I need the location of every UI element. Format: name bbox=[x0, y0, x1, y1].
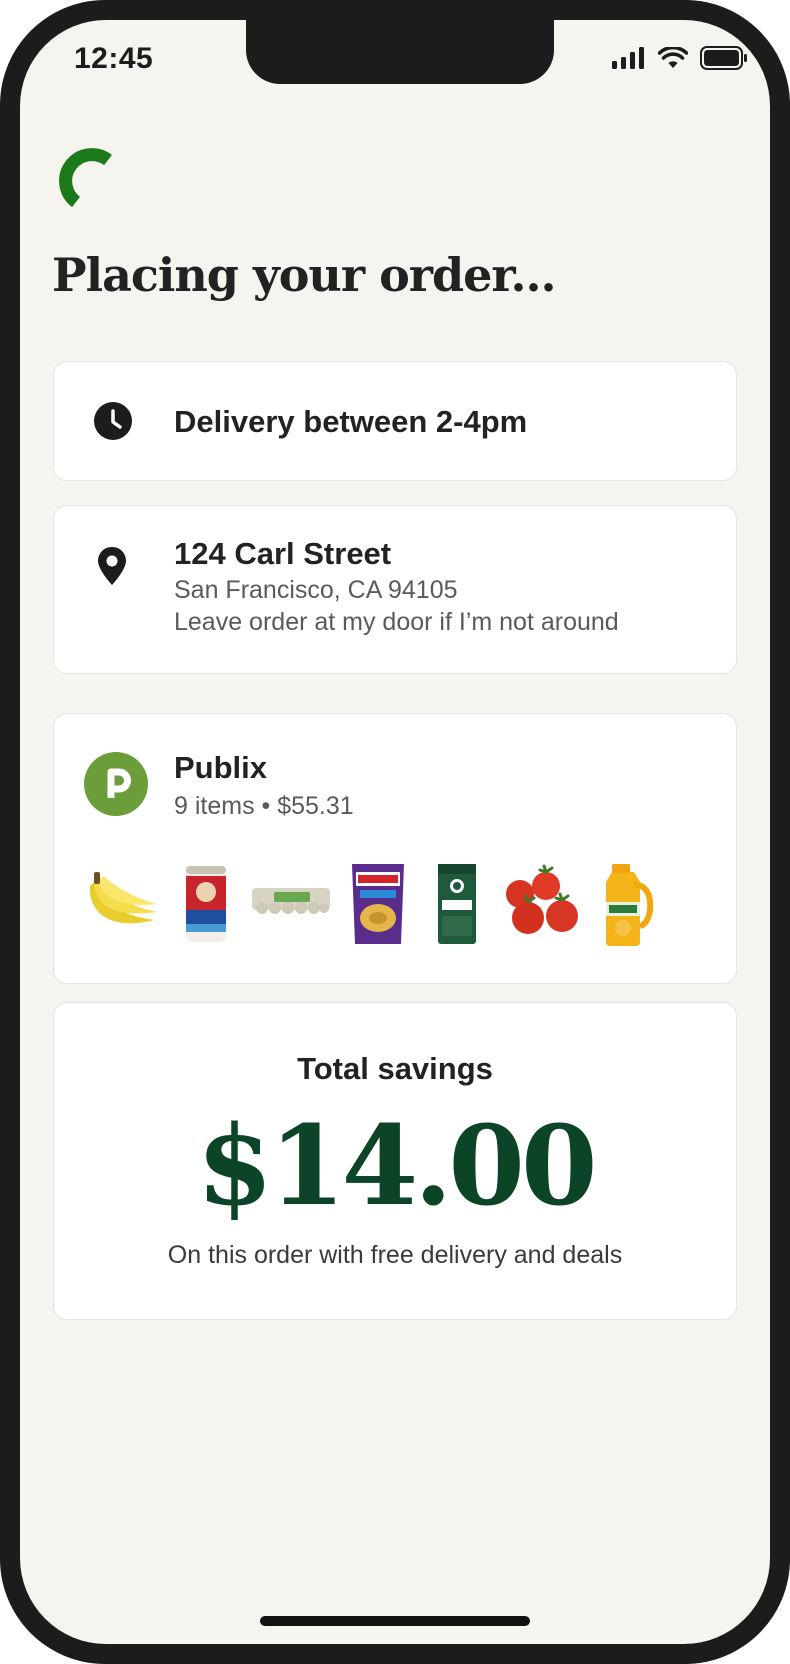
delivery-window-card[interactable]: Delivery between 2-4pm bbox=[53, 361, 737, 481]
store-order-card[interactable]: Publix 9 items • $55.31 bbox=[53, 713, 737, 984]
status-time: 12:45 bbox=[74, 42, 154, 75]
bananas-image bbox=[89, 872, 158, 924]
clock-icon bbox=[94, 402, 132, 440]
page-title: Placing your order... bbox=[52, 248, 556, 302]
savings-amount: $14.00 bbox=[196, 1101, 598, 1230]
savings-label: Total savings bbox=[297, 1051, 493, 1086]
store-order-summary: 9 items • $55.31 bbox=[174, 792, 354, 820]
pike-place-coffee-image bbox=[438, 864, 476, 944]
store-name: Publix bbox=[174, 750, 268, 785]
notch bbox=[246, 20, 554, 84]
battery-icon bbox=[700, 46, 747, 70]
delivery-window-label: Delivery between 2-4pm bbox=[174, 404, 528, 439]
item-thumbnails bbox=[82, 862, 708, 952]
home-indicator[interactable] bbox=[260, 1616, 530, 1626]
eggs-image bbox=[252, 888, 330, 914]
address-street: 124 Carl Street bbox=[174, 536, 392, 571]
status-icons bbox=[612, 46, 748, 70]
savings-card: Total savings $14.00 On this order with … bbox=[53, 1002, 737, 1320]
tostitos-chips-image bbox=[352, 864, 404, 944]
signal-icon bbox=[612, 47, 644, 69]
loading-spinner-icon bbox=[59, 148, 112, 208]
delivery-address-card[interactable]: 124 Carl Street San Francisco, CA 94105 … bbox=[53, 505, 737, 674]
phone-frame: 12:45 Placing your order... Delivery bet… bbox=[0, 0, 790, 1664]
publix-logo bbox=[84, 752, 148, 816]
quaker-oats-image bbox=[186, 866, 226, 942]
wifi-icon bbox=[658, 47, 688, 68]
delivery-instructions: Leave order at my door if I’m not around bbox=[174, 608, 619, 636]
address-city: San Francisco, CA 94105 bbox=[174, 576, 458, 604]
tropicana-juice-image bbox=[606, 864, 654, 946]
screen: 12:45 Placing your order... Delivery bet… bbox=[20, 20, 770, 1644]
savings-note: On this order with free delivery and dea… bbox=[167, 1241, 623, 1269]
location-pin-icon bbox=[98, 547, 126, 585]
tomatoes-image bbox=[506, 864, 578, 934]
